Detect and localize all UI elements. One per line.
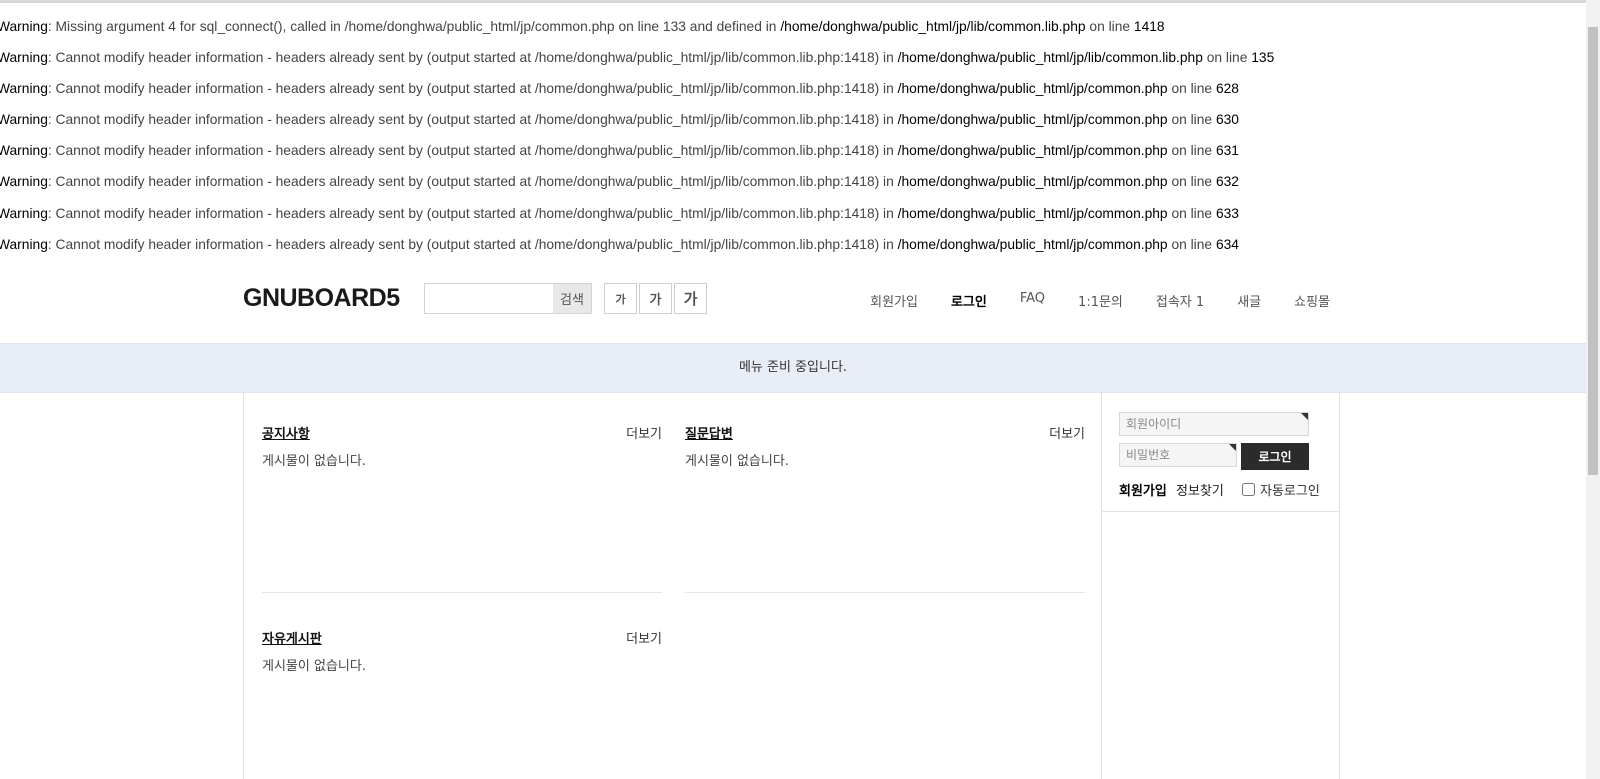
auto-login[interactable]: 자동로그인: [1242, 480, 1320, 499]
site-logo[interactable]: GNUBOARD5: [243, 284, 400, 313]
nav-login[interactable]: 로그인: [951, 291, 987, 310]
nav-faq[interactable]: FAQ: [1020, 291, 1045, 310]
warning-line: Warning: Cannot modify header informatio…: [0, 143, 1239, 159]
empty-message: 게시물이 없습니다.: [262, 659, 366, 674]
warning-line: Warning: Cannot modify header informatio…: [0, 236, 1239, 252]
find-info-link[interactable]: 정보찾기: [1176, 480, 1224, 499]
php-warnings: Warning: Missing argument 4 for sql_conn…: [0, 13, 1586, 262]
font-size-controls: 가 가 가: [604, 283, 707, 314]
empty-message: 게시물이 없습니다.: [685, 454, 789, 469]
warning-line: Warning: Cannot modify header informatio…: [0, 81, 1239, 97]
nav-shop[interactable]: 쇼핑몰: [1294, 291, 1330, 310]
auto-login-label: 자동로그인: [1260, 484, 1320, 499]
board-title[interactable]: 공지사항: [262, 423, 310, 442]
font-small-button[interactable]: 가: [604, 283, 637, 314]
warning-line: Warning: Cannot modify header informatio…: [0, 50, 1275, 66]
required-marker-icon: [1229, 444, 1236, 451]
nav-new-posts[interactable]: 새글: [1237, 291, 1261, 310]
join-link[interactable]: 회원가입: [1119, 480, 1167, 499]
scrollbar-thumb[interactable]: [1588, 27, 1598, 475]
login-button[interactable]: 로그인: [1241, 443, 1309, 470]
top-nav: 회원가입 로그인 FAQ 1:1문의 접속자 1 새글 쇼핑몰: [837, 291, 1330, 310]
browser-top-border: [0, 0, 1586, 3]
warning-line: Warning: Missing argument 4 for sql_conn…: [0, 19, 1165, 34]
nav-visitors[interactable]: 접속자 1: [1156, 291, 1204, 310]
board-divider: [262, 592, 662, 593]
id-placeholder: 회원아이디: [1126, 417, 1182, 431]
search-box: 검색: [424, 283, 592, 314]
menu-notice: 메뉴 준비 중입니다.: [738, 360, 848, 375]
nav-inquiry[interactable]: 1:1문의: [1078, 291, 1123, 310]
board-title[interactable]: 질문답변: [685, 423, 733, 442]
search-button[interactable]: 검색: [553, 284, 591, 313]
warning-line: Warning: Cannot modify header informatio…: [0, 112, 1239, 128]
password-placeholder: 비밀번호: [1126, 448, 1171, 462]
font-medium-button[interactable]: 가: [639, 283, 672, 314]
id-field[interactable]: 회원아이디: [1119, 412, 1309, 436]
font-large-button[interactable]: 가: [674, 283, 707, 314]
board-divider: [685, 592, 1085, 593]
nav-join[interactable]: 회원가입: [870, 291, 918, 310]
warning-line: Warning: Cannot modify header informatio…: [0, 205, 1239, 221]
login-sidebar: 회원아이디 비밀번호 로그인 회원가입 정보찾기 자동로그인: [1102, 393, 1340, 779]
sidebar-divider: [1102, 511, 1339, 512]
password-field[interactable]: 비밀번호: [1119, 443, 1237, 467]
menu-band: 메뉴 준비 중입니다.: [0, 343, 1586, 393]
main-content: 공지사항 더보기 게시물이 없습니다. 질문답변 더보기 게시물이 없습니다. …: [243, 393, 1102, 779]
search-input[interactable]: [425, 284, 555, 313]
warning-line: Warning: Cannot modify header informatio…: [0, 174, 1239, 190]
board-title[interactable]: 자유게시판: [262, 628, 322, 647]
more-link[interactable]: 더보기: [626, 423, 662, 442]
required-marker-icon: [1301, 413, 1308, 420]
more-link[interactable]: 더보기: [1049, 423, 1085, 442]
auto-login-checkbox[interactable]: [1242, 483, 1255, 496]
more-link[interactable]: 더보기: [626, 628, 662, 647]
empty-message: 게시물이 없습니다.: [262, 454, 366, 469]
